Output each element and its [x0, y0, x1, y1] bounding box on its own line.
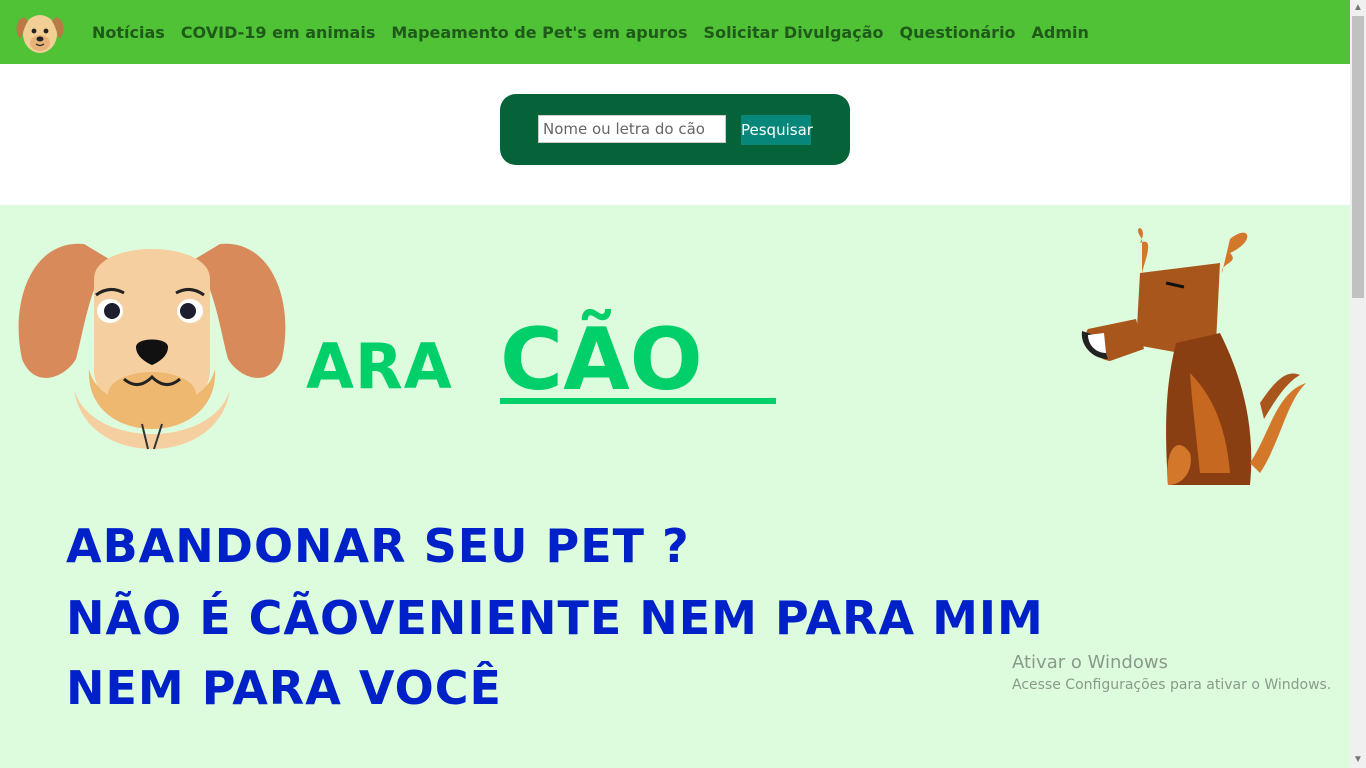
nav-link-covid[interactable]: COVID-19 em animais [181, 23, 376, 42]
scroll-up-arrow-icon[interactable]: ▲ [1350, 0, 1366, 16]
slogan-line-2: NÃO É CÃOVENIENTE NEM PARA MIM [66, 591, 1044, 645]
nav-link-admin[interactable]: Admin [1032, 23, 1089, 42]
scroll-thumb[interactable] [1352, 16, 1364, 298]
search-input[interactable] [538, 115, 726, 143]
scroll-down-arrow-icon[interactable]: ▼ [1350, 752, 1366, 768]
search-panel: Pesquisar [500, 94, 850, 165]
windows-activation-title: Ativar o Windows [1012, 652, 1168, 673]
brand-underline [500, 398, 776, 404]
search-button[interactable]: Pesquisar [741, 115, 813, 145]
brand-highlight: CÃO [500, 310, 703, 410]
nav-link-noticias[interactable]: Notícias [92, 23, 165, 42]
nav-links: Notícias COVID-19 em animais Mapeamento … [92, 0, 1089, 64]
brand-prefix: ARA [306, 330, 453, 403]
top-navbar: Notícias COVID-19 em animais Mapeamento … [0, 0, 1350, 64]
windows-activation-subtitle: Acesse Configurações para ativar o Windo… [1012, 677, 1332, 693]
sitting-dog-illustration-icon [1081, 228, 1306, 485]
slogan-line-1: ABANDONAR SEU PET ? [66, 519, 690, 573]
nav-link-questionario[interactable]: Questionário [900, 23, 1016, 42]
nav-link-mapeamento[interactable]: Mapeamento de Pet's em apuros [391, 23, 687, 42]
puppy-face-illustration-icon [18, 243, 286, 450]
nav-link-solicitar-divulgacao[interactable]: Solicitar Divulgação [704, 23, 884, 42]
dog-logo-icon[interactable] [14, 9, 66, 55]
slogan-line-3: NEM PARA VOCÊ [66, 661, 502, 715]
page-scrollbar[interactable]: ▲ ▼ [1350, 0, 1366, 768]
